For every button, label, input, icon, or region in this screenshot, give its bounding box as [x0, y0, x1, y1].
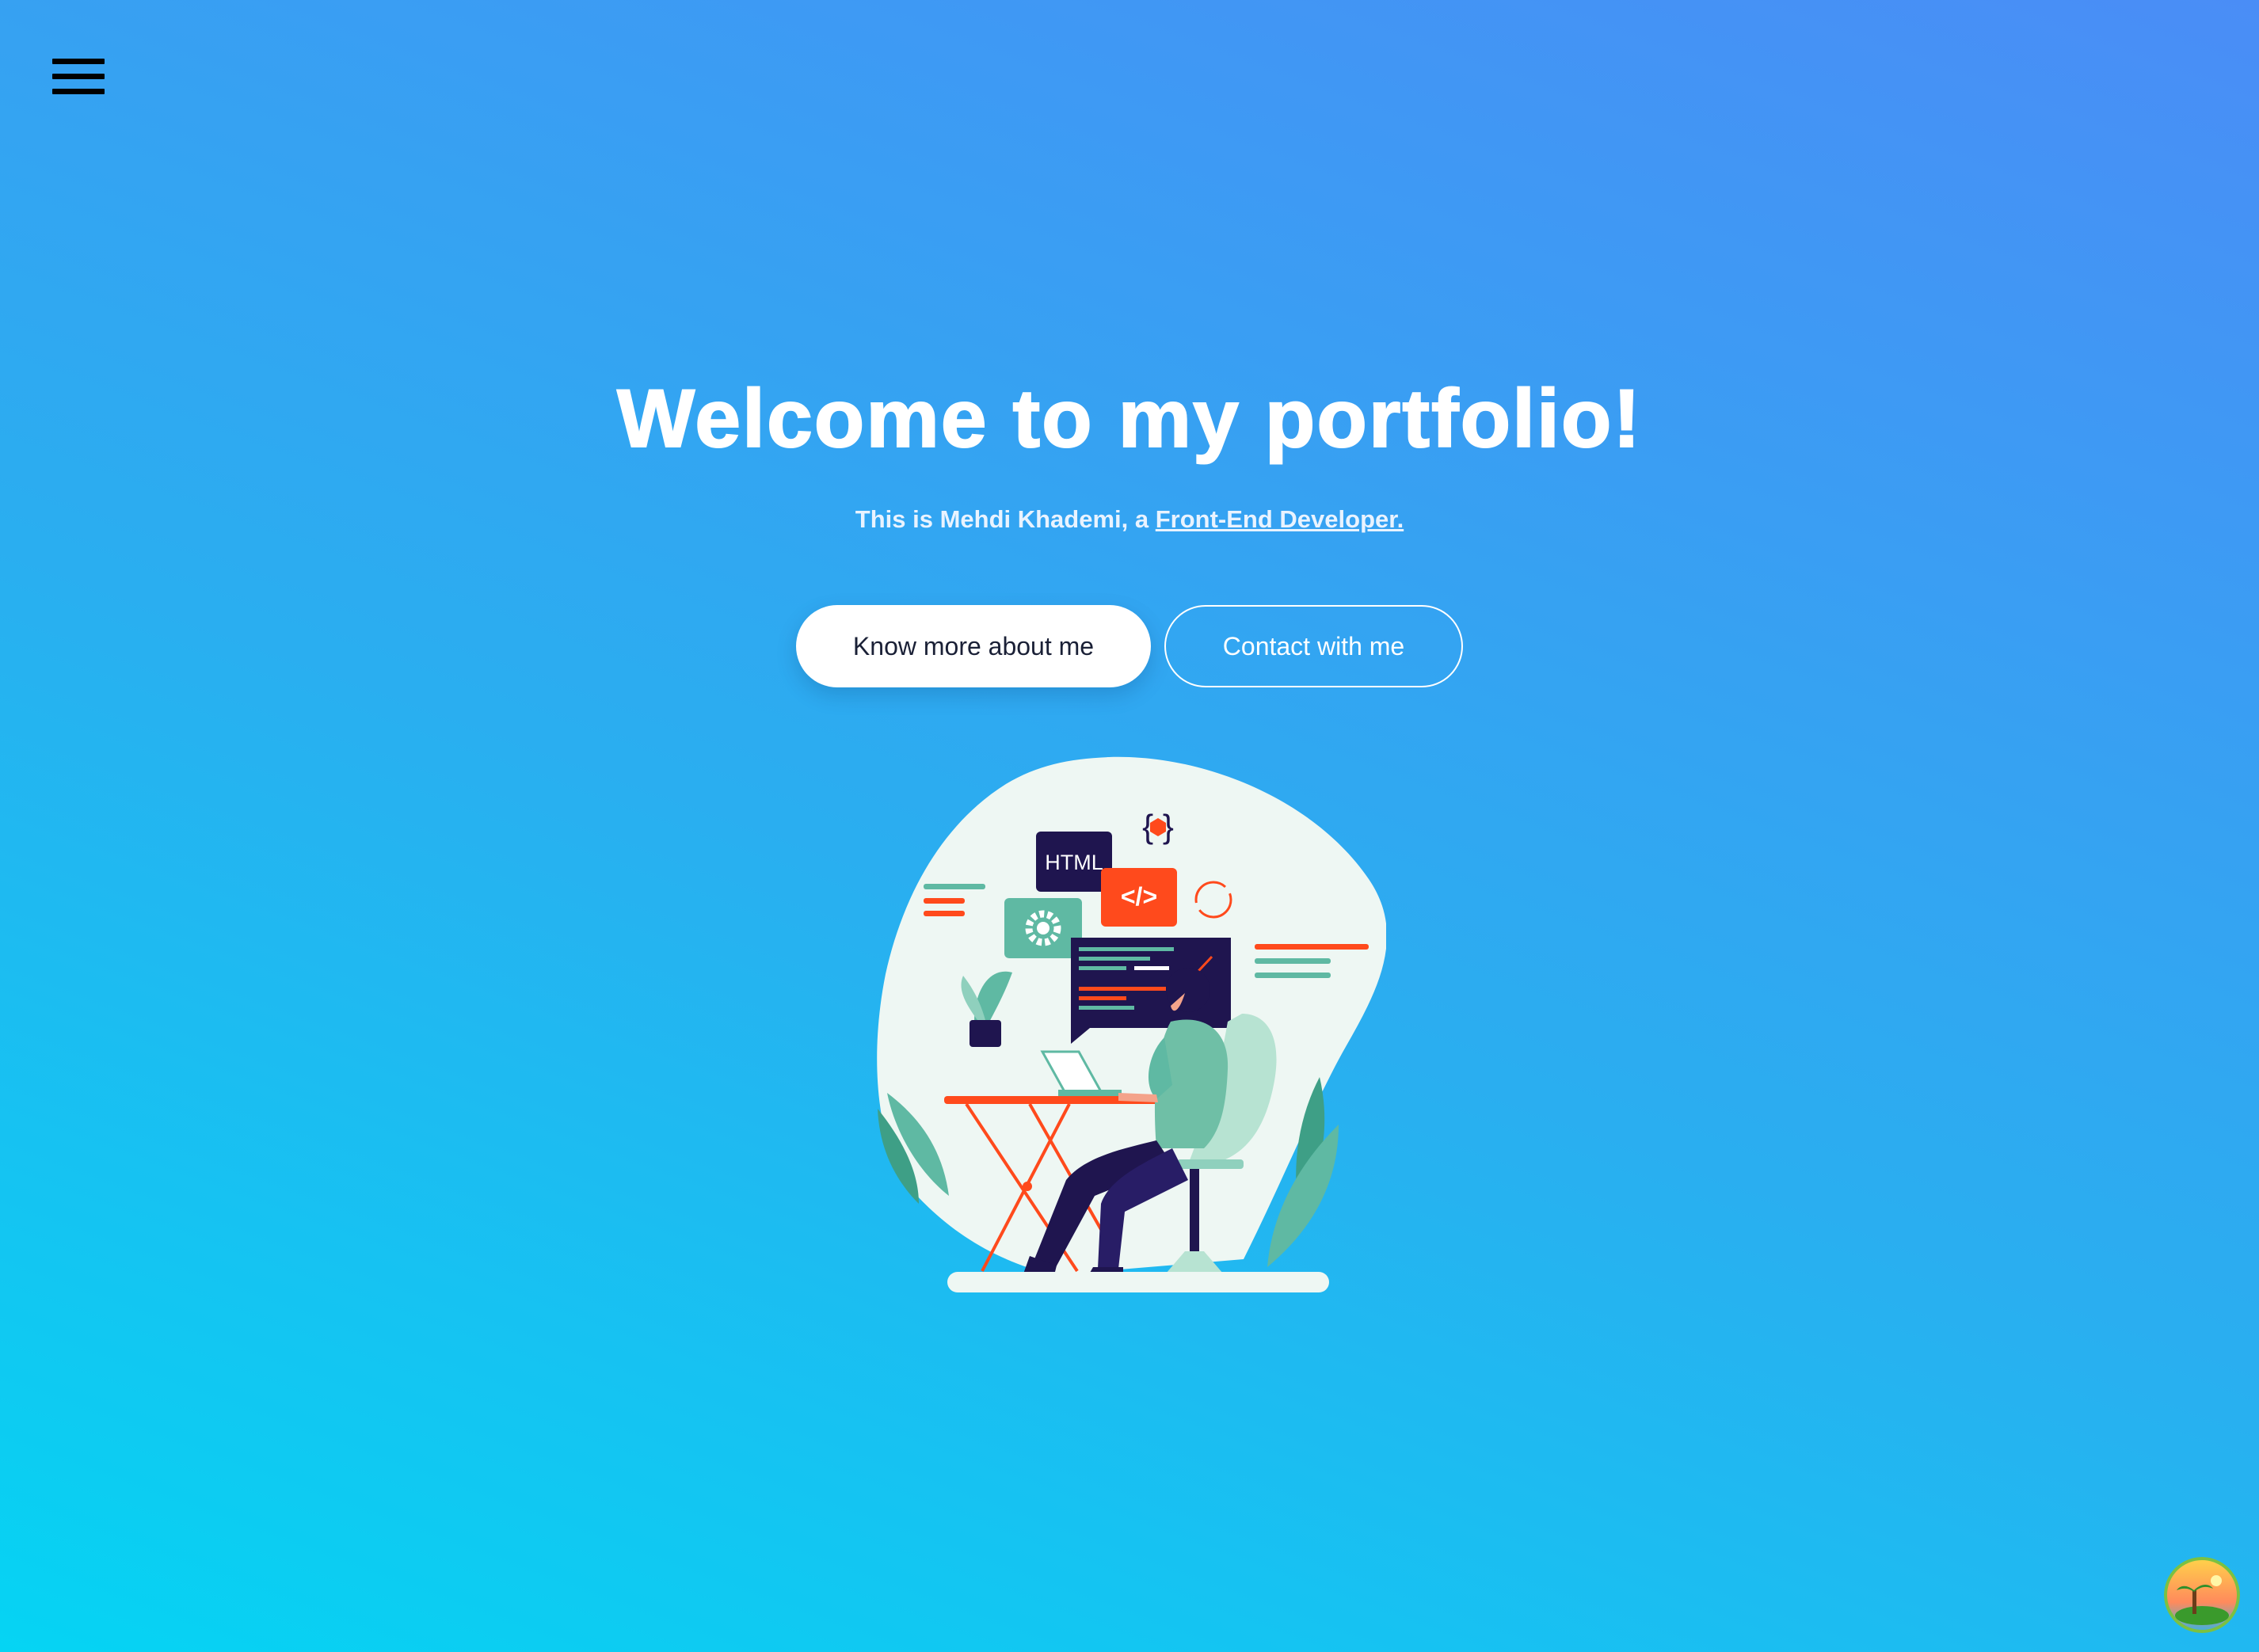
hero-buttons: Know more about me Contact with me — [796, 605, 1463, 687]
subtitle-text: This is Mehdi Khademi, a — [855, 505, 1156, 533]
hero-subtitle: This is Mehdi Khademi, a Front-End Devel… — [0, 504, 2259, 535]
hero-section: Welcome to my portfolio! This is Mehdi K… — [0, 369, 2259, 535]
know-more-button[interactable]: Know more about me — [796, 605, 1151, 687]
contact-button[interactable]: Contact with me — [1164, 605, 1463, 687]
menu-bar — [52, 74, 105, 79]
code-tag-label: </> — [1121, 882, 1157, 911]
html-tag-label: HTML — [1045, 851, 1103, 874]
menu-bar — [52, 89, 105, 94]
palm-island-icon[interactable] — [2164, 1557, 2240, 1633]
hamburger-menu-icon[interactable] — [52, 59, 105, 100]
front-end-developer-link[interactable]: Front-End Developer. — [1156, 505, 1404, 533]
menu-bar — [52, 59, 105, 64]
developer-illustration: HTML </> { } — [877, 756, 1386, 1292]
page-title: Welcome to my portfolio! — [616, 372, 1643, 466]
